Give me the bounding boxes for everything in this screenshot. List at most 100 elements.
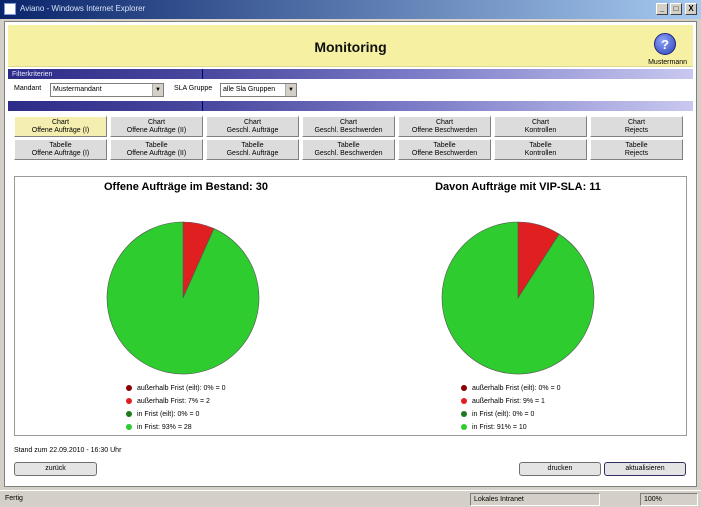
mandant-value: Mustermandant bbox=[53, 86, 102, 93]
legend-item: außerhalb Frist: 7% = 2 bbox=[126, 398, 210, 405]
legend-label: außerhalb Frist: 9% = 1 bbox=[472, 398, 545, 405]
pie-charts bbox=[106, 221, 595, 375]
browser-statusbar: Fertig Lokales Intranet 100% bbox=[0, 490, 701, 507]
tab-line1: Tabelle bbox=[625, 142, 648, 149]
legend-marker bbox=[461, 385, 467, 392]
legend-marker bbox=[126, 424, 132, 431]
legend-label: außerhalb Frist (eilt): 0% = 0 bbox=[472, 385, 561, 392]
mandant-select[interactable]: Mustermandant ▼ bbox=[50, 83, 164, 97]
filter-section-label: Filterkriterien bbox=[12, 71, 53, 78]
tabs-section-bar bbox=[8, 101, 693, 111]
bar-divider bbox=[202, 69, 203, 79]
filter-section-bar: Filterkriterien bbox=[8, 69, 693, 79]
table-tab-5[interactable]: Tabelle Kontrollen bbox=[494, 139, 587, 160]
tab-line1: Chart bbox=[531, 119, 550, 126]
minimize-button[interactable]: _ bbox=[656, 3, 668, 15]
tab-line2: Offene Aufträge (II) bbox=[126, 150, 187, 157]
chart-tab-5[interactable]: Chart Kontrollen bbox=[494, 116, 587, 137]
legend-item: in Frist (eilt): 0% = 0 bbox=[126, 411, 199, 418]
tab-line1: Chart bbox=[339, 119, 358, 126]
bar-divider bbox=[202, 101, 203, 111]
data-timestamp: Stand zum 22.09.2010 - 16:30 Uhr bbox=[14, 447, 122, 454]
filter-row: Mandant Mustermandant ▼ SLA Gruppe alle … bbox=[8, 80, 693, 100]
tab-line2: Geschl. Aufträge bbox=[226, 127, 279, 134]
legend-item: außerhalb Frist: 9% = 1 bbox=[461, 398, 545, 405]
page-title: Monitoring bbox=[314, 39, 387, 55]
chevron-down-icon: ▼ bbox=[285, 84, 296, 96]
window-title: Aviano - Windows Internet Explorer bbox=[20, 4, 146, 13]
window-titlebar: Aviano - Windows Internet Explorer _ □ X bbox=[0, 0, 701, 19]
table-tab-4[interactable]: Tabelle Offene Beschwerden bbox=[398, 139, 491, 160]
pie-chart-right bbox=[441, 221, 595, 375]
legend-label: außerhalb Frist: 7% = 2 bbox=[137, 398, 210, 405]
pie-chart-left bbox=[106, 221, 260, 375]
tab-line2: Geschl. Beschwerden bbox=[314, 150, 383, 157]
back-button[interactable]: zurück bbox=[14, 462, 97, 476]
chart-tab-0[interactable]: Chart Offene Aufträge (I) bbox=[14, 116, 107, 137]
chart-tab-3[interactable]: Chart Geschl. Beschwerden bbox=[302, 116, 395, 137]
legend-marker bbox=[126, 385, 132, 392]
tab-line2: Geschl. Beschwerden bbox=[314, 127, 383, 134]
status-text: Fertig bbox=[5, 495, 23, 502]
tab-line1: Chart bbox=[243, 119, 262, 126]
legend-marker bbox=[461, 424, 467, 431]
chart-title-left: Offene Aufträge im Bestand: 30 bbox=[103, 181, 268, 193]
legend-label: in Frist: 91% = 10 bbox=[472, 424, 527, 431]
legend-item: in Frist: 91% = 10 bbox=[461, 424, 527, 431]
tab-line2: Kontrollen bbox=[524, 150, 557, 157]
mandant-label: Mandant bbox=[14, 85, 42, 92]
legend-label: in Frist (eilt): 0% = 0 bbox=[472, 411, 535, 418]
tab-line2: Offene Beschwerden bbox=[411, 127, 478, 134]
tab-line1: Chart bbox=[51, 119, 70, 126]
tab-line1: Tabelle bbox=[529, 142, 552, 149]
table-tab-0[interactable]: Tabelle Offene Aufträge (I) bbox=[14, 139, 107, 160]
tab-line2: Kontrollen bbox=[524, 127, 557, 134]
legend-item: in Frist (eilt): 0% = 0 bbox=[461, 411, 534, 418]
legend-item: in Frist: 93% = 28 bbox=[126, 424, 192, 431]
sla-group-label: SLA Gruppe bbox=[174, 85, 213, 92]
page-header: Monitoring ? Mustermann bbox=[8, 25, 693, 67]
table-tab-2[interactable]: Tabelle Geschl. Aufträge bbox=[206, 139, 299, 160]
table-tab-3[interactable]: Tabelle Geschl. Beschwerden bbox=[302, 139, 395, 160]
close-button[interactable]: X bbox=[685, 3, 697, 15]
chevron-down-icon: ▼ bbox=[152, 84, 163, 96]
tab-line1: Tabelle bbox=[241, 142, 264, 149]
help-icon[interactable]: ? bbox=[654, 33, 676, 55]
tab-line1: Tabelle bbox=[433, 142, 456, 149]
tab-line2: Rejects bbox=[624, 150, 649, 157]
zoom-level[interactable]: 100% bbox=[640, 493, 698, 506]
legend-marker bbox=[126, 398, 132, 405]
chart-tab-4[interactable]: Chart Offene Beschwerden bbox=[398, 116, 491, 137]
chart-tab-6[interactable]: Chart Rejects bbox=[590, 116, 683, 137]
chart-tab-1[interactable]: Chart Offene Aufträge (II) bbox=[110, 116, 203, 137]
chart-area: Offene Aufträge im Bestand: 30 Davon Auf… bbox=[14, 176, 687, 436]
sla-group-select[interactable]: alle Sla Gruppen ▼ bbox=[220, 83, 297, 97]
browser-icon bbox=[4, 3, 16, 15]
chart-tab-2[interactable]: Chart Geschl. Aufträge bbox=[206, 116, 299, 137]
legend-label: außerhalb Frist (eilt): 0% = 0 bbox=[137, 385, 226, 392]
maximize-button[interactable]: □ bbox=[670, 3, 682, 15]
legend-item: außerhalb Frist (eilt): 0% = 0 bbox=[126, 385, 226, 392]
tab-line2: Offene Aufträge (II) bbox=[126, 127, 187, 134]
tab-line1: Chart bbox=[147, 119, 166, 126]
print-button[interactable]: drucken bbox=[519, 462, 601, 476]
tab-line1: Chart bbox=[627, 119, 646, 126]
tab-line1: Tabelle bbox=[49, 142, 72, 149]
legend-marker bbox=[461, 398, 467, 405]
legend-label: in Frist: 93% = 28 bbox=[137, 424, 192, 431]
legend-marker bbox=[461, 411, 467, 418]
tab-line2: Offene Aufträge (I) bbox=[31, 150, 90, 157]
legend-marker bbox=[126, 411, 132, 418]
legend-label: in Frist (eilt): 0% = 0 bbox=[137, 411, 200, 418]
table-tab-6[interactable]: Tabelle Rejects bbox=[590, 139, 683, 160]
pie-slice-3 bbox=[106, 221, 260, 375]
chart-title-right: Davon Aufträge mit VIP-SLA: 11 bbox=[435, 181, 601, 193]
legend-item: außerhalb Frist (eilt): 0% = 0 bbox=[461, 385, 561, 392]
tab-line1: Tabelle bbox=[145, 142, 168, 149]
table-tab-1[interactable]: Tabelle Offene Aufträge (II) bbox=[110, 139, 203, 160]
refresh-button[interactable]: aktualisieren bbox=[604, 462, 686, 476]
tab-line2: Offene Beschwerden bbox=[411, 150, 478, 157]
tab-line2: Geschl. Aufträge bbox=[226, 150, 279, 157]
tab-line2: Rejects bbox=[624, 127, 649, 134]
tab-line1: Tabelle bbox=[337, 142, 360, 149]
